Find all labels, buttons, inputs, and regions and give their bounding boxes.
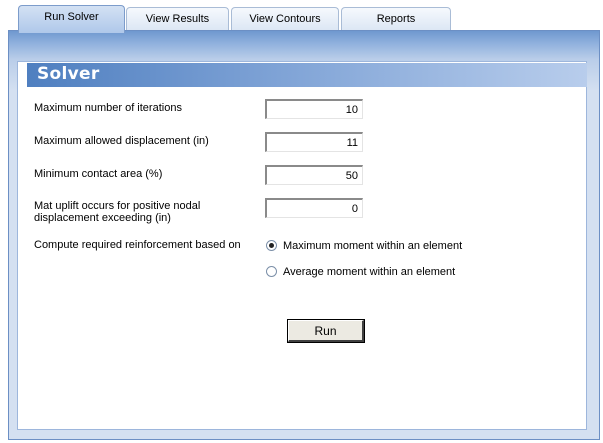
tab-reports[interactable]: Reports: [341, 7, 451, 31]
section-title: Solver: [37, 64, 100, 84]
mat-uplift-label-line2: displacement exceeding (in): [34, 212, 171, 224]
radio-maximum-moment-label: Maximum moment within an element: [283, 239, 463, 252]
run-button[interactable]: Run: [287, 319, 365, 343]
radio-button-selected[interactable]: [266, 240, 277, 251]
radio-maximum-moment[interactable]: Maximum moment within an element: [266, 239, 462, 252]
min-contact-area-label: Minimum contact area (%): [34, 168, 163, 180]
mat-uplift-input[interactable]: [265, 198, 363, 218]
tab-bar: Run Solver View Results View Contours Re…: [0, 0, 603, 33]
radio-average-moment-label: Average moment within an element: [283, 265, 456, 278]
max-iterations-label: Maximum number of iterations: [34, 102, 182, 114]
max-iterations-input[interactable]: [265, 99, 363, 119]
mat-uplift-label-line1: Mat uplift occurs for positive nodal: [34, 200, 201, 212]
tab-run-solver[interactable]: Run Solver: [18, 5, 125, 33]
radio-button-unselected[interactable]: [266, 266, 277, 277]
tab-view-contours[interactable]: View Contours: [231, 7, 339, 31]
section-header: Solver: [27, 63, 587, 87]
max-displacement-input[interactable]: [265, 132, 363, 152]
mat-uplift-label: Mat uplift occurs for positive nodal dis…: [34, 200, 200, 224]
min-contact-area-input[interactable]: [265, 165, 363, 185]
reinforcement-label: Compute required reinforcement based on: [34, 239, 241, 251]
tab-view-results[interactable]: View Results: [126, 7, 229, 31]
radio-average-moment[interactable]: Average moment within an element: [266, 265, 455, 278]
max-displacement-label: Maximum allowed displacement (in): [34, 135, 209, 147]
